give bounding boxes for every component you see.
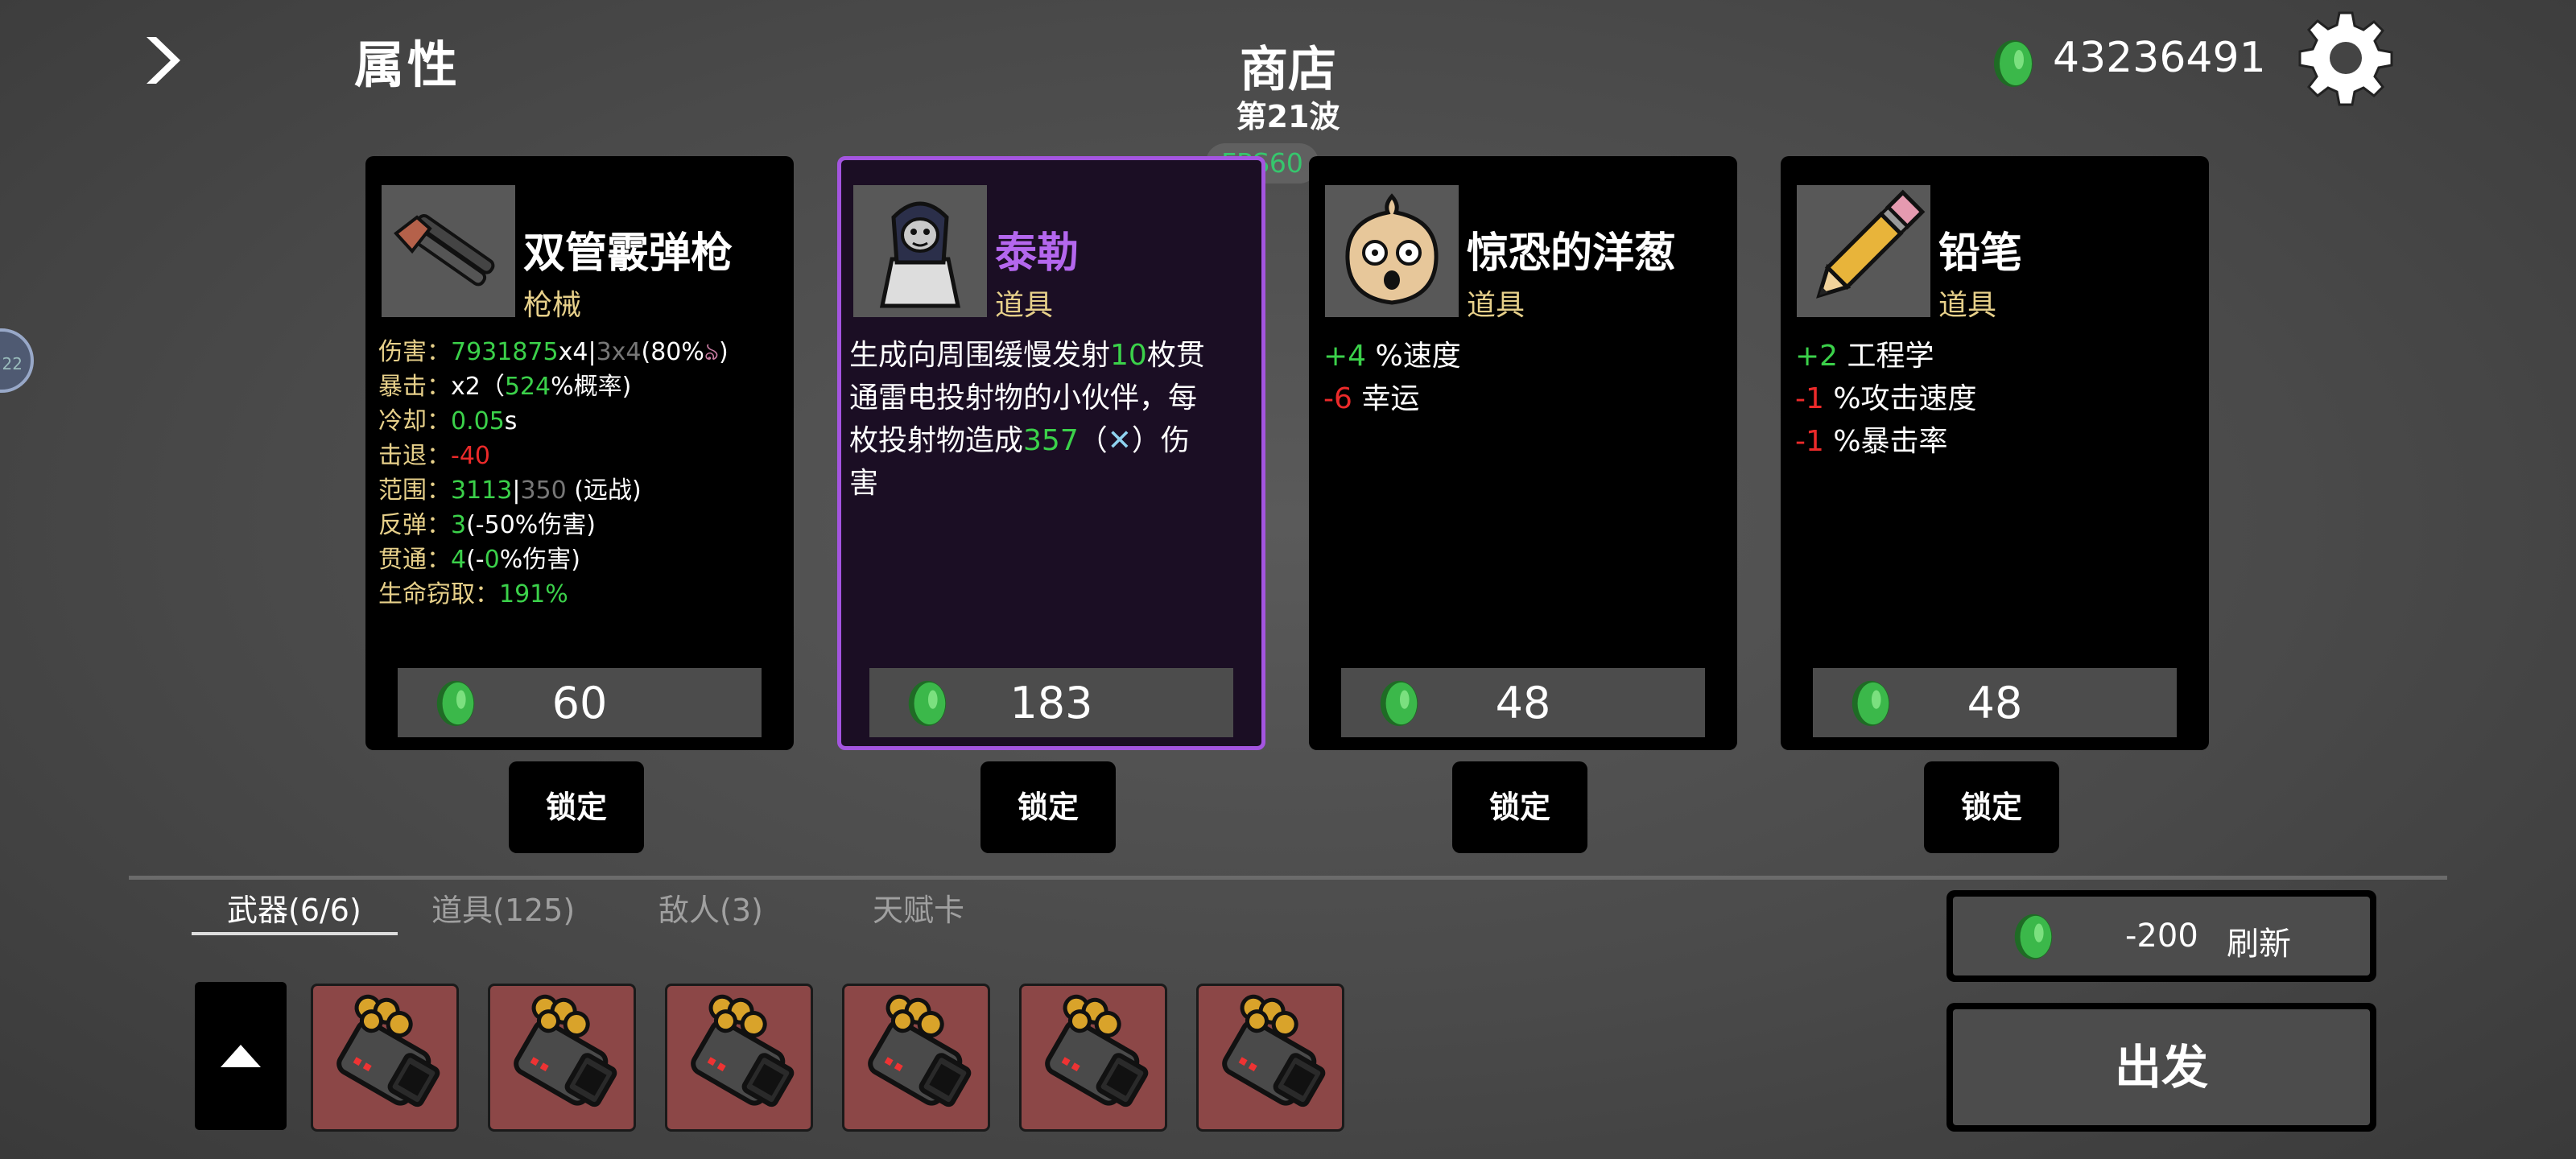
tab-weapons[interactable]: 武器(6/6) xyxy=(227,885,361,930)
gatling-gun-icon xyxy=(1022,994,1165,1132)
stat-cooldown: 冷却：0.05s xyxy=(378,407,518,435)
refresh-label: 刷新 xyxy=(2227,926,2291,963)
weapon-slot[interactable] xyxy=(1019,984,1167,1132)
lock-button[interactable]: 锁定 xyxy=(1452,761,1587,853)
stat-range: 范围：3113|350 (远战) xyxy=(378,476,642,505)
effect-line: -6 幸运 xyxy=(1323,382,1420,415)
coin-icon xyxy=(903,679,952,731)
shop-item-card[interactable]: 双管霰弹枪 枪械 伤害：7931875x4|3x4(80%ঌ) 暴击：x2（52… xyxy=(365,156,794,750)
shop-item-card-selected[interactable]: 泰勒 道具 生成向周围缓慢发射10枚贯 通雷电投射物的小伙伴，每 枚投射物造成3… xyxy=(837,156,1265,750)
effect-line: +4 %速度 xyxy=(1323,340,1461,373)
gatling-gun-icon xyxy=(667,994,811,1132)
buy-button[interactable]: 48 xyxy=(1341,668,1705,737)
weapon-slot[interactable] xyxy=(488,984,636,1132)
weapon-slot[interactable] xyxy=(311,984,459,1132)
active-tab-underline xyxy=(192,932,398,935)
start-wave-label: 出发 xyxy=(1953,1009,2370,1125)
weapon-slot[interactable] xyxy=(665,984,813,1132)
weapon-stats: 伤害：7931875x4|3x4(80%ঌ) 暴击：x2（524%概率) 冷却：… xyxy=(378,335,729,612)
refresh-cost: -200 xyxy=(2125,918,2198,955)
item-type: 道具 xyxy=(1467,289,1525,322)
stat-knockback: 击退：-40 xyxy=(378,442,490,470)
money-counter: 43236491 xyxy=(2053,34,2266,82)
scared-onion-icon xyxy=(1325,185,1459,317)
item-type: 道具 xyxy=(995,289,1054,322)
gatling-gun-icon xyxy=(844,994,988,1132)
attributes-tab[interactable]: 属性 xyxy=(354,24,460,97)
item-effects: +2 工程学 -1 %攻击速度 -1 %暴击率 xyxy=(1795,335,1977,463)
start-wave-button[interactable]: 出发 xyxy=(1946,1003,2376,1132)
tab-items[interactable]: 道具(125) xyxy=(431,885,575,930)
shop-item-card[interactable]: 铅笔 道具 +2 工程学 -1 %攻击速度 -1 %暴击率 48 xyxy=(1781,156,2209,750)
divider xyxy=(129,876,2447,880)
gatling-gun-icon xyxy=(313,994,456,1132)
item-description: 生成向周围缓慢发射10枚贯 通雷电投射物的小伙伴，每 枚投射物造成357（✕）伤… xyxy=(849,339,1205,500)
triangle-up-icon xyxy=(221,1045,261,1067)
item-type: 枪械 xyxy=(523,289,582,322)
crossed-swords-icon: ✕ xyxy=(1107,424,1132,457)
gatling-gun-icon xyxy=(1199,994,1342,1132)
gear-icon[interactable] xyxy=(2296,8,2396,108)
lock-button[interactable]: 锁定 xyxy=(509,761,644,853)
item-name: 铅笔 xyxy=(1938,229,2023,278)
coin-icon xyxy=(1375,679,1423,731)
shop-item-card[interactable]: 惊恐的洋葱 道具 +4 %速度 -6 幸运 48 xyxy=(1309,156,1737,750)
weapon-slot[interactable] xyxy=(1196,984,1344,1132)
stat-lifesteal: 生命窃取：191% xyxy=(378,580,568,608)
stat-bounce: 反弹：3(-50%伤害) xyxy=(378,511,597,539)
side-level-badge[interactable]: 22 xyxy=(0,328,34,393)
lock-button[interactable]: 锁定 xyxy=(980,761,1116,853)
expand-up-button[interactable] xyxy=(195,982,287,1130)
coin-icon xyxy=(1988,39,2038,92)
lock-button[interactable]: 锁定 xyxy=(1924,761,2059,853)
buy-button[interactable]: 183 xyxy=(869,668,1233,737)
stat-pierce: 贯通：4(-0%伤害) xyxy=(378,546,580,574)
stat-crit: 暴击：x2（524%概率) xyxy=(378,373,632,401)
pencil-icon xyxy=(1797,185,1930,317)
double-barrel-shotgun-icon xyxy=(382,185,515,317)
buy-button[interactable]: 48 xyxy=(1813,668,2177,737)
effect-line: -1 %暴击率 xyxy=(1795,425,1948,458)
lifesteal-small-icon: ঌ xyxy=(704,338,719,366)
item-name: 双管霰弹枪 xyxy=(523,229,733,278)
weapon-slot[interactable] xyxy=(842,984,990,1132)
back-chevron-icon[interactable] xyxy=(135,32,192,89)
effect-line: +2 工程学 xyxy=(1795,340,1934,373)
coin-icon xyxy=(2009,913,2058,964)
stat-damage: 伤害：7931875x4|3x4(80%ঌ) xyxy=(378,338,729,366)
item-name: 惊恐的洋葱 xyxy=(1467,229,1677,278)
gatling-gun-icon xyxy=(490,994,634,1132)
buy-button[interactable]: 60 xyxy=(398,668,762,737)
refresh-button[interactable]: -200 刷新 xyxy=(1946,890,2376,982)
shop-title: 商店 xyxy=(1240,42,1336,98)
coin-icon xyxy=(1847,679,1895,731)
hooded-figure-icon xyxy=(853,185,987,317)
tab-talent-cards[interactable]: 天赋卡 xyxy=(873,885,964,930)
coin-icon xyxy=(431,679,480,731)
wave-label: 第21波 xyxy=(1236,99,1340,134)
item-type: 道具 xyxy=(1938,289,1997,322)
effect-line: -1 %攻击速度 xyxy=(1795,382,1977,415)
item-effects: +4 %速度 -6 幸运 xyxy=(1323,335,1461,420)
tab-enemies[interactable]: 敌人(3) xyxy=(658,885,763,930)
item-name: 泰勒 xyxy=(995,229,1080,278)
